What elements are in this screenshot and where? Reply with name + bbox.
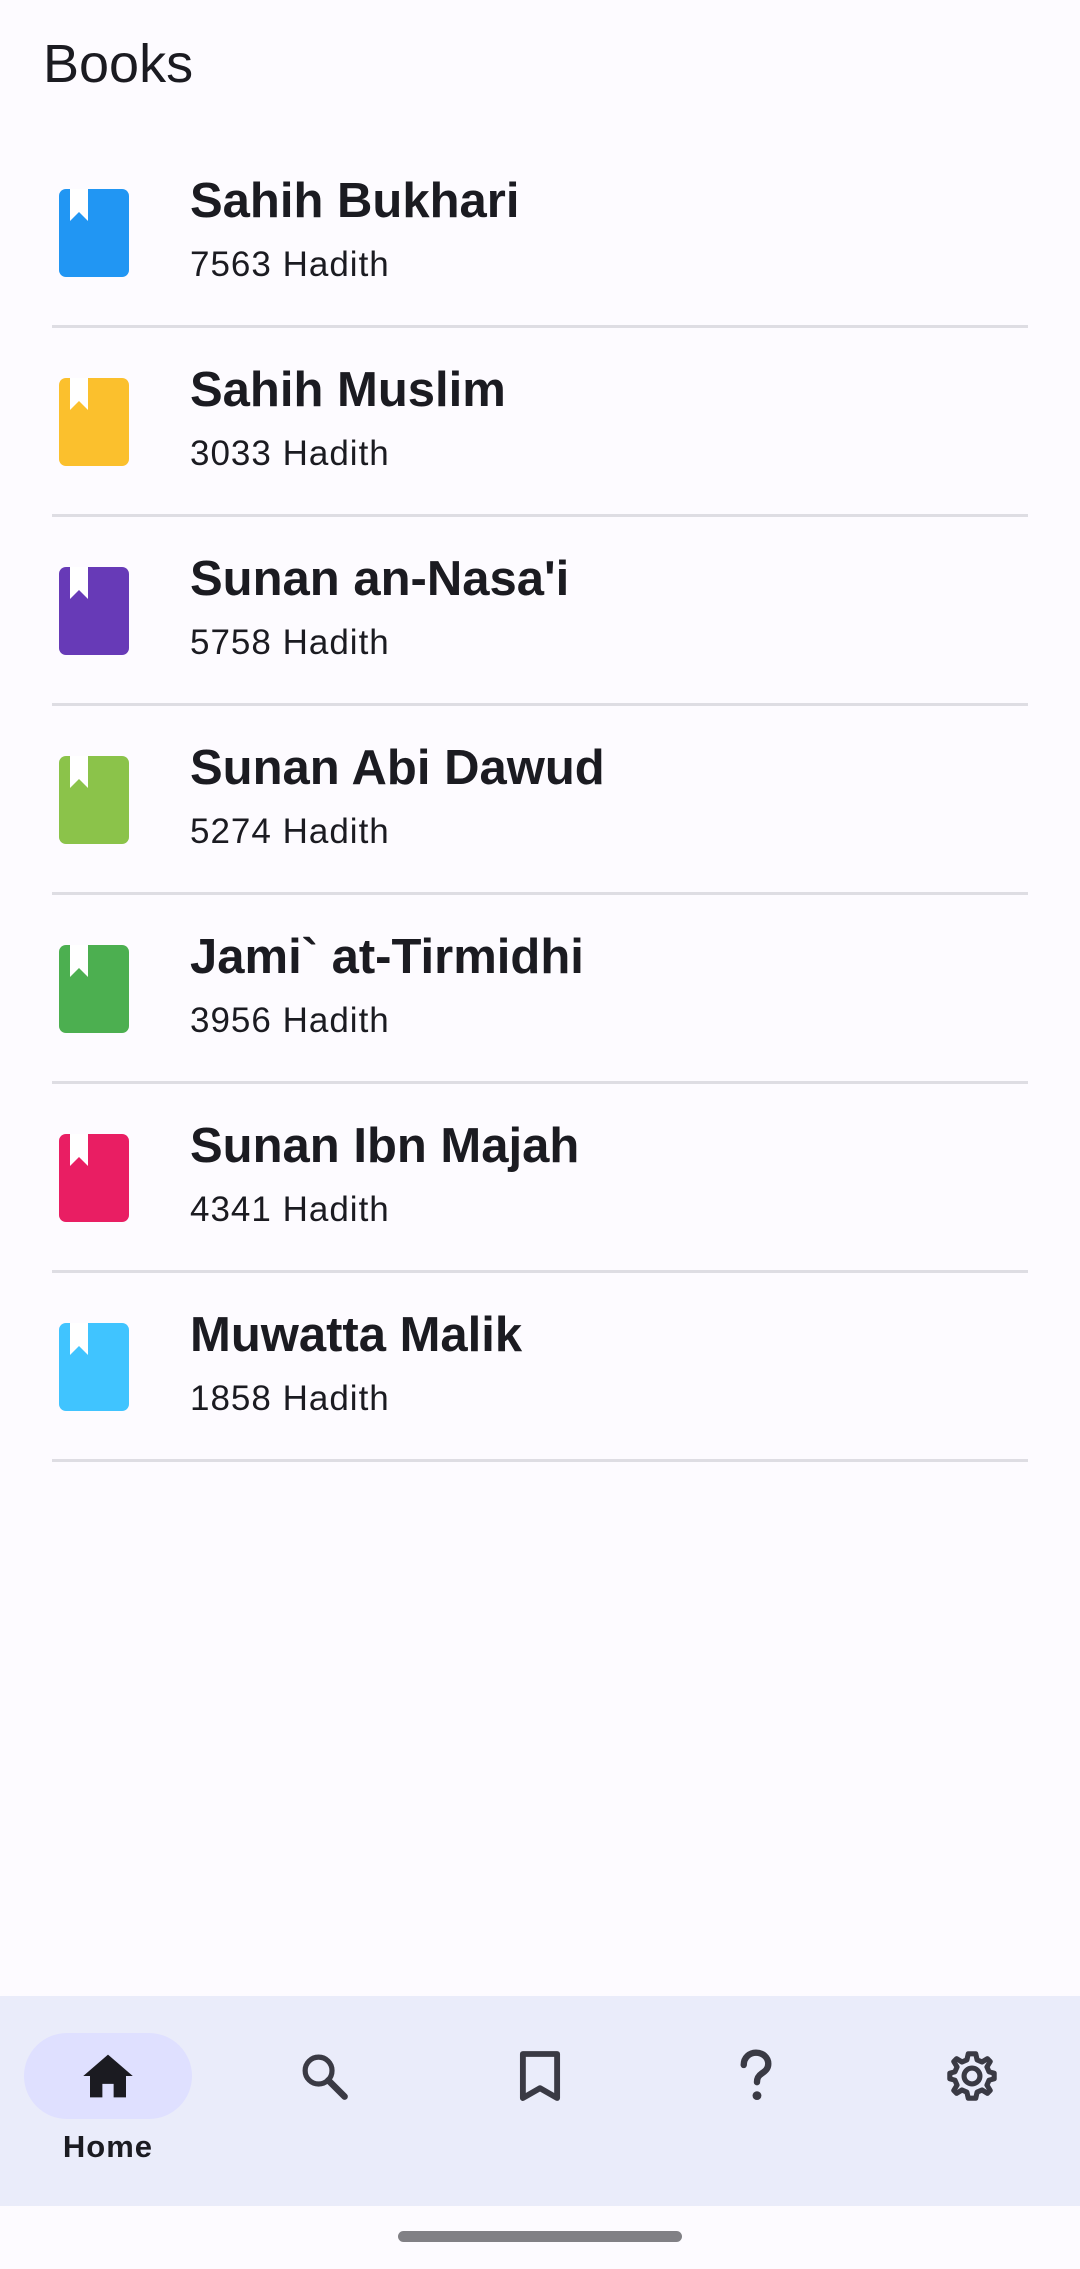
book-title: Sunan an-Nasa'i (190, 552, 570, 606)
settings-icon (947, 2051, 997, 2101)
bottom-navigation: Home (0, 1996, 1080, 2206)
home-icon (83, 2054, 133, 2098)
page-title: Books (43, 34, 194, 94)
book-icon (59, 1134, 129, 1222)
book-icon (59, 756, 129, 844)
nav-active-indicator (24, 2033, 192, 2119)
search-icon (302, 2054, 348, 2100)
book-title: Sunan Ibn Majah (190, 1119, 580, 1173)
book-title: Jami` at-Tirmidhi (190, 930, 584, 984)
book-icon (59, 567, 129, 655)
book-icon (59, 189, 129, 277)
book-hadith-count: 5274 Hadith (190, 812, 390, 851)
book-title: Sahih Bukhari (190, 174, 520, 228)
book-hadith-count: 1858 Hadith (190, 1379, 390, 1418)
list-item[interactable]: Sahih Muslim 3033 Hadith (0, 328, 1080, 517)
list-item[interactable]: Sunan Abi Dawud 5274 Hadith (0, 706, 1080, 895)
nav-label-home: Home (62, 2129, 154, 2164)
book-list: Sahih Bukhari 7563 Hadith Sahih Muslim 3… (0, 139, 1080, 1462)
nav-item-help[interactable] (648, 1996, 864, 2206)
book-hadith-count: 7563 Hadith (190, 245, 390, 284)
book-hadith-count: 3956 Hadith (190, 1001, 390, 1040)
bookmark-icon (519, 2051, 561, 2101)
nav-item-settings[interactable] (864, 1996, 1080, 2206)
list-item[interactable]: Sunan an-Nasa'i 5758 Hadith (0, 517, 1080, 706)
book-title: Sunan Abi Dawud (190, 741, 605, 795)
list-item[interactable]: Sahih Bukhari 7563 Hadith (0, 139, 1080, 328)
book-hadith-count: 5758 Hadith (190, 623, 390, 662)
list-item[interactable]: Muwatta Malik 1858 Hadith (0, 1273, 1080, 1462)
nav-item-search[interactable] (216, 1996, 432, 2206)
gesture-navigation-bar[interactable] (398, 2231, 682, 2242)
help-icon (740, 2049, 772, 2101)
book-icon (59, 378, 129, 466)
divider (52, 1459, 1028, 1462)
book-icon (59, 945, 129, 1033)
nav-item-bookmarks[interactable] (432, 1996, 648, 2206)
book-title: Muwatta Malik (190, 1308, 523, 1362)
list-item[interactable]: Jami` at-Tirmidhi 3956 Hadith (0, 895, 1080, 1084)
nav-item-home[interactable]: Home (0, 1996, 216, 2206)
list-item[interactable]: Sunan Ibn Majah 4341 Hadith (0, 1084, 1080, 1273)
book-icon (59, 1323, 129, 1411)
book-hadith-count: 4341 Hadith (190, 1190, 390, 1229)
book-title: Sahih Muslim (190, 363, 506, 417)
book-hadith-count: 3033 Hadith (190, 434, 390, 473)
